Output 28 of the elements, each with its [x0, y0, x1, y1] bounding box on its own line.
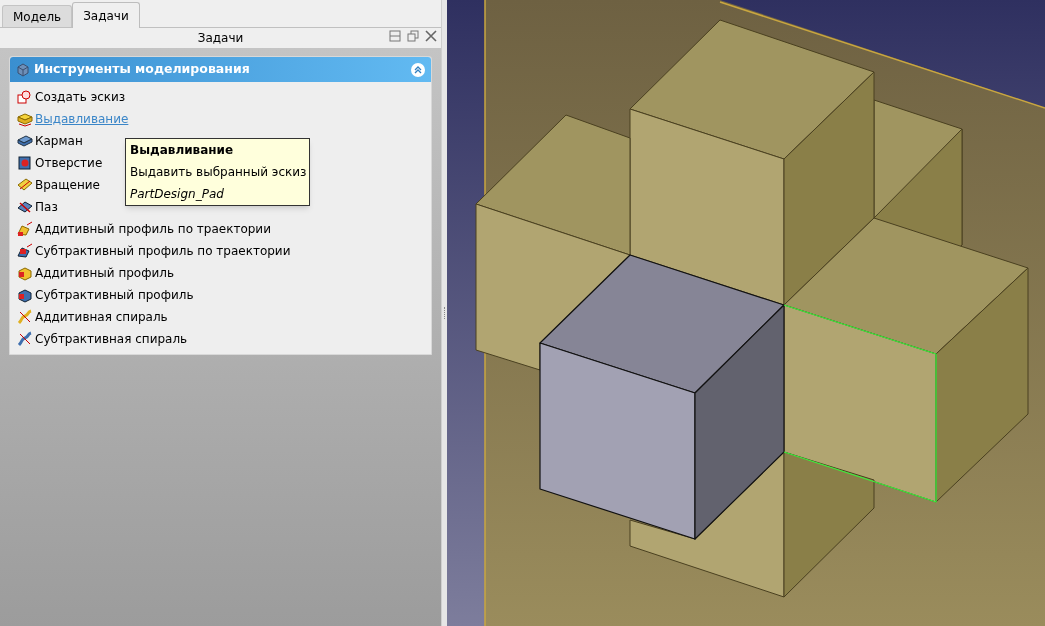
tool-link[interactable]: Создать эскиз [35, 88, 126, 106]
tab[interactable]: Задачи [72, 2, 140, 28]
tooltip-description: Выдавить выбранный эскиз [130, 164, 305, 181]
collapse-button[interactable] [411, 62, 425, 77]
float-icon[interactable] [407, 30, 419, 42]
tooltip-title: Выдавливание [130, 142, 235, 159]
tool-link[interactable]: Субтрактивный профиль по траектории [35, 242, 291, 260]
tool-link[interactable]: Отверстие [35, 154, 103, 172]
tool-link[interactable]: Аддитивный профиль [35, 264, 174, 282]
section-title: Инструменты моделирования [34, 60, 250, 79]
panel-title: Задачи [197, 30, 244, 47]
tool-link[interactable]: Карман [35, 132, 83, 150]
tool-link[interactable]: Аддитивная спираль [35, 308, 168, 326]
tool-link[interactable]: Аддитивный профиль по траектории [35, 220, 271, 238]
tool-link[interactable]: Паз [35, 198, 58, 216]
sketch-icon [17, 89, 33, 105]
hole-icon [17, 155, 33, 171]
dock-icon[interactable] [389, 30, 401, 42]
splitter-handle[interactable] [441, 0, 447, 626]
cube-icon [16, 62, 30, 77]
tab[interactable]: Модель [2, 5, 73, 27]
close-icon[interactable] [425, 30, 437, 42]
tool-link[interactable]: Вращение [35, 176, 100, 194]
tool-link[interactable]: Субтрактивный профиль [35, 286, 194, 304]
block-icon [17, 133, 33, 149]
block-icon [17, 111, 33, 127]
tooltip-command: PartDesign_Pad [130, 186, 225, 203]
tool-link[interactable]: Субтрактивная спираль [35, 330, 188, 348]
